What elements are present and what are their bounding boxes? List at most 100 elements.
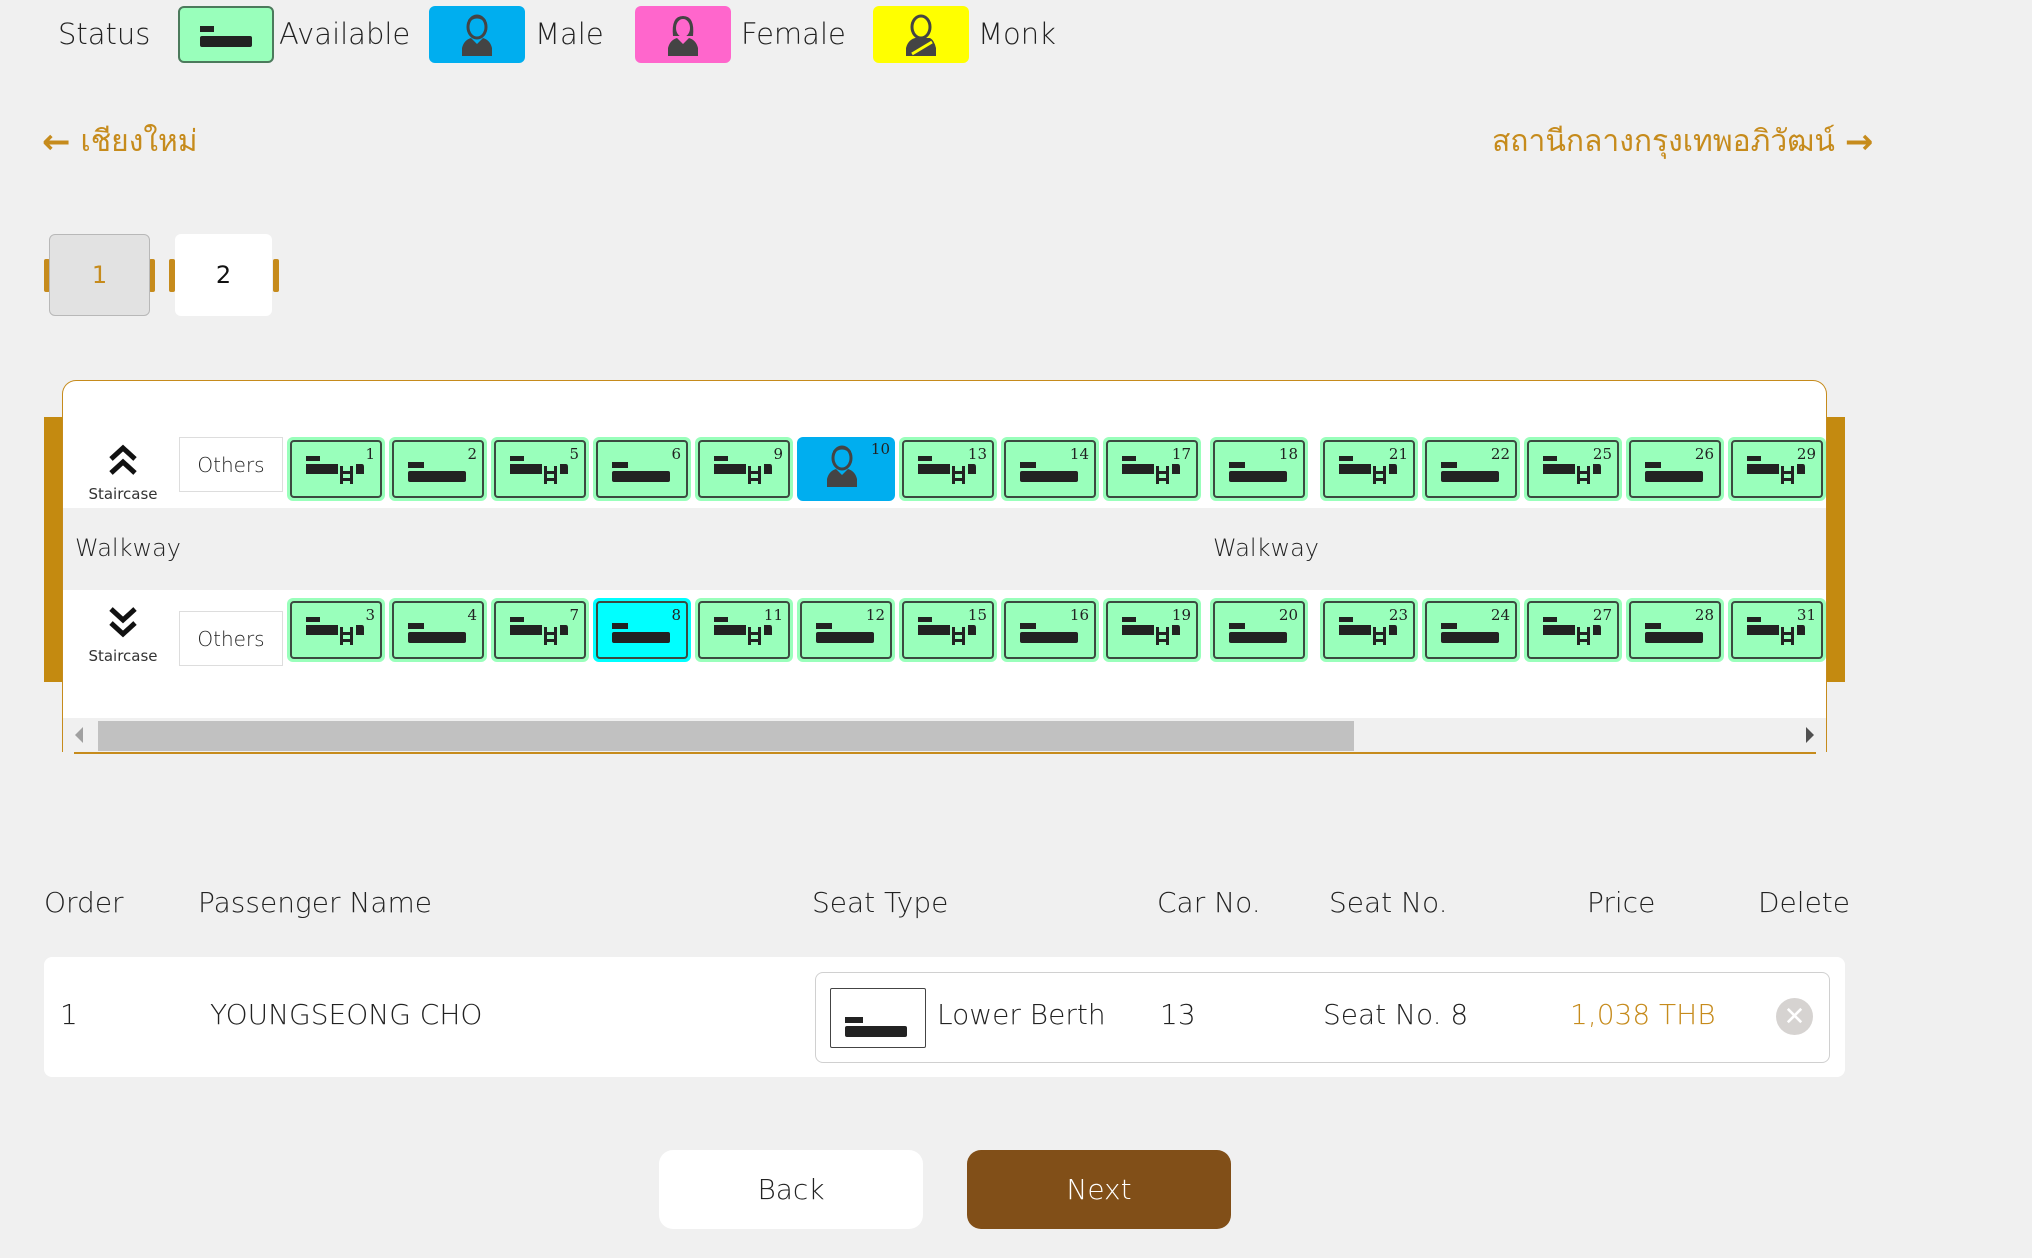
seat-number: 10 — [870, 440, 890, 458]
seat-4[interactable]: 4 — [389, 598, 487, 662]
seat-20[interactable]: 20 — [1210, 598, 1308, 662]
seat-inner: 9 — [698, 440, 790, 498]
seat-6[interactable]: 6 — [593, 437, 691, 501]
seat-inner: 18 — [1213, 440, 1305, 498]
seat-number: 19 — [1171, 606, 1191, 624]
seat-21[interactable]: 21 — [1320, 437, 1418, 501]
seat-number: 16 — [1069, 606, 1089, 624]
seat-inner: 6 — [596, 440, 688, 498]
seat-inner: 14 — [1004, 440, 1096, 498]
origin-station-link[interactable]: ← เชียงใหม่ — [42, 118, 198, 165]
seat-3[interactable]: 3 — [287, 598, 385, 662]
seat-12[interactable]: 12 — [797, 598, 895, 662]
seat-25[interactable]: 25 — [1524, 437, 1622, 501]
car-left-end — [44, 417, 63, 682]
seat-28[interactable]: 28 — [1626, 598, 1724, 662]
car-tab-2[interactable]: 2 — [175, 234, 272, 316]
seat-inner: 3 — [290, 601, 382, 659]
seat-10[interactable]: 10 — [797, 437, 895, 501]
upper-berth-icon — [510, 454, 572, 488]
header-price: Price — [1587, 886, 1656, 919]
others-area-bottom: Others — [179, 611, 283, 666]
passenger-order: 1 — [60, 998, 78, 1031]
seat-number: 13 — [967, 445, 987, 463]
seat-number: 9 — [773, 445, 783, 463]
seat-14[interactable]: 14 — [1001, 437, 1099, 501]
car-no-value: 13 — [1160, 998, 1196, 1031]
seat-11[interactable]: 11 — [695, 598, 793, 662]
seat-inner: 11 — [698, 601, 790, 659]
car-bottom-border — [74, 752, 1816, 754]
seat-29[interactable]: 29 — [1728, 437, 1826, 501]
car-tab-1[interactable]: 1 — [49, 234, 150, 316]
seat-inner: 20 — [1213, 601, 1305, 659]
close-circle-icon: ✕ — [1783, 1001, 1806, 1032]
double-chevron-up-icon — [83, 443, 163, 481]
seat-no-value: Seat No. 8 — [1323, 998, 1469, 1031]
seat-27[interactable]: 27 — [1524, 598, 1622, 662]
seat-inner: 16 — [1004, 601, 1096, 659]
seat-inner: 17 — [1106, 440, 1198, 498]
seat-inner: 23 — [1323, 601, 1415, 659]
seat-15[interactable]: 15 — [899, 598, 997, 662]
staircase-up: Staircase — [83, 443, 163, 503]
legend-male-swatch — [429, 6, 525, 63]
seat-number: 28 — [1694, 606, 1714, 624]
seat-number: 11 — [763, 606, 783, 624]
upper-berth-icon — [714, 454, 776, 488]
lower-berth-icon — [200, 25, 252, 47]
lower-berth-icon — [408, 458, 470, 488]
seat-19[interactable]: 19 — [1103, 598, 1201, 662]
scroll-left-arrow-icon[interactable] — [75, 727, 83, 743]
male-person-icon — [462, 14, 492, 56]
seat-inner: 24 — [1425, 601, 1517, 659]
scroll-right-arrow-icon[interactable] — [1806, 727, 1814, 743]
next-button[interactable]: Next — [967, 1150, 1231, 1229]
seat-1[interactable]: 1 — [287, 437, 385, 501]
header-delete: Delete — [1758, 886, 1850, 919]
monk-person-icon — [906, 14, 936, 56]
legend-available-label: Available — [279, 17, 411, 51]
seat-inner: 10 — [797, 437, 895, 501]
destination-station-link[interactable]: สถานีกลางกรุงเทพอภิวัฒน์ → — [1492, 118, 1873, 165]
seat-number: 25 — [1592, 445, 1612, 463]
legend-available-swatch — [178, 6, 274, 63]
seat-inner: 31 — [1731, 601, 1823, 659]
header-order: Order — [44, 886, 124, 919]
seat-13[interactable]: 13 — [899, 437, 997, 501]
horizontal-scrollbar[interactable] — [63, 718, 1826, 752]
seat-number: 17 — [1171, 445, 1191, 463]
seat-24[interactable]: 24 — [1422, 598, 1520, 662]
seat-8[interactable]: 8 — [593, 598, 691, 662]
seat-number: 23 — [1388, 606, 1408, 624]
seat-18[interactable]: 18 — [1210, 437, 1308, 501]
header-seat-type: Seat Type — [812, 886, 949, 919]
seat-inner: 7 — [494, 601, 586, 659]
seat-number: 5 — [569, 445, 579, 463]
lower-berth-icon — [830, 988, 926, 1048]
seat-5[interactable]: 5 — [491, 437, 589, 501]
seat-number: 1 — [365, 445, 375, 463]
seat-inner: 4 — [392, 601, 484, 659]
seat-2[interactable]: 2 — [389, 437, 487, 501]
legend-monk-swatch — [873, 6, 969, 63]
tab-bracket — [273, 259, 279, 292]
seat-7[interactable]: 7 — [491, 598, 589, 662]
back-button[interactable]: Back — [659, 1150, 923, 1229]
walkway-label: Walkway — [75, 534, 182, 562]
seat-inner: 8 — [596, 601, 688, 659]
seat-number: 20 — [1278, 606, 1298, 624]
delete-passenger-button[interactable]: ✕ — [1776, 998, 1813, 1035]
seat-17[interactable]: 17 — [1103, 437, 1201, 501]
seat-number: 2 — [467, 445, 477, 463]
header-seat-no: Seat No. — [1329, 886, 1448, 919]
seat-9[interactable]: 9 — [695, 437, 793, 501]
walkway — [63, 508, 1826, 590]
seat-22[interactable]: 22 — [1422, 437, 1520, 501]
seat-inner: 2 — [392, 440, 484, 498]
seat-16[interactable]: 16 — [1001, 598, 1099, 662]
seat-31[interactable]: 31 — [1728, 598, 1826, 662]
scrollbar-thumb[interactable] — [98, 721, 1354, 751]
seat-23[interactable]: 23 — [1320, 598, 1418, 662]
seat-26[interactable]: 26 — [1626, 437, 1724, 501]
